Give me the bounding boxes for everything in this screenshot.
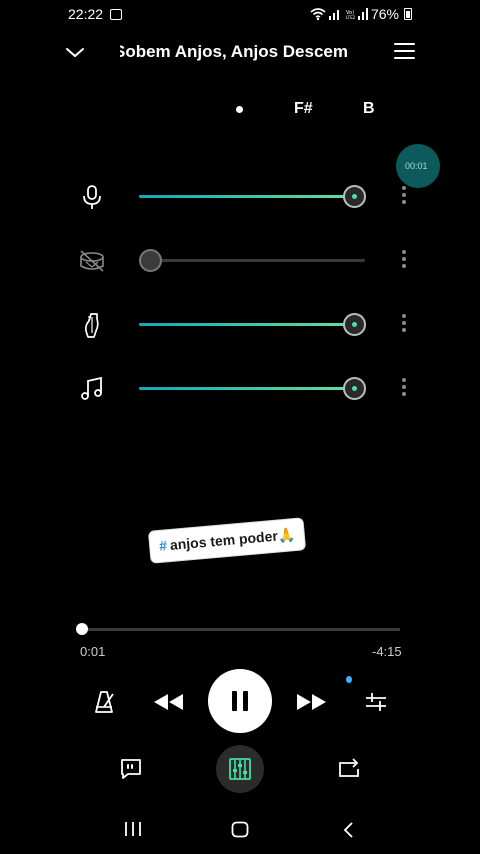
equalizer-button[interactable] [360,686,392,718]
chord-strip: F# B [0,96,480,124]
hashtag-symbol: # [158,537,168,554]
more-options-icon[interactable] [400,186,408,206]
pause-icon [232,691,237,711]
more-options-icon[interactable] [400,250,408,270]
volume-fill-bass [139,323,354,326]
volume-slider-instruments[interactable] [139,377,366,400]
track-row-drums [0,240,480,280]
quote-bubble-icon [121,759,141,779]
loop-button[interactable] [334,754,364,784]
bass-guitar-icon[interactable] [78,311,106,339]
hashtag-sticker: # anjos tem poder🙏 [148,518,306,563]
more-options-icon[interactable] [400,378,408,398]
metronome-icon [95,691,114,713]
indicator-dot [346,676,352,683]
loop-icon [339,758,359,777]
message-icon [110,9,122,20]
more-options-icon[interactable] [400,314,408,334]
fast-forward-icon [297,694,326,710]
svg-text:LTE2: LTE2 [346,15,356,20]
rewind-button[interactable] [150,686,186,718]
mixer-icon [229,758,251,780]
volume-slider-vocals[interactable] [139,185,366,208]
microphone-icon[interactable] [78,183,106,211]
volume-thumb-vocals[interactable] [343,185,366,208]
menu-icon[interactable] [394,43,415,61]
home-icon[interactable] [231,821,249,839]
playback-progress[interactable] [76,623,400,635]
music-note-icon[interactable] [78,375,106,403]
elapsed-time: 0:01 [80,644,106,659]
signal-icon [328,10,339,20]
volume-fill-instruments [139,387,354,390]
battery-percent: 76% [370,6,399,22]
hashtag-text: anjos tem poder🙏 [169,526,296,553]
header: Sobem Anjos, Anjos Descem [0,30,480,76]
wifi-icon [310,8,326,20]
status-bar: 22:22 Vo) LTE2 76% [0,0,480,30]
volte-signal-icon: Vo)LTE2 [346,8,368,20]
song-title: Sobem Anjos, Anjos Descem [120,42,348,61]
mixer-button[interactable] [216,745,264,793]
rewind-icon [154,694,183,710]
back-icon[interactable] [341,821,355,839]
pause-button[interactable] [208,669,272,733]
volume-slider-bass[interactable] [139,313,366,336]
remaining-time: -4:15 [372,644,402,659]
recents-icon[interactable] [124,821,142,837]
chevron-down-icon[interactable] [64,42,86,64]
battery-icon [404,8,412,20]
volume-thumb-instruments[interactable] [343,377,366,400]
track-row-instruments [0,368,480,408]
volume-slider-drums[interactable] [139,249,365,272]
metronome-button[interactable] [88,686,120,718]
volume-thumb-bass[interactable] [343,313,366,336]
fast-forward-button[interactable] [294,686,330,718]
playback-progress-thumb[interactable] [76,623,88,635]
status-time: 22:22 [68,6,104,22]
volume-thumb-drums[interactable] [139,249,162,272]
chord-after: B [363,100,375,117]
track-row-vocals [0,176,480,216]
lyrics-button[interactable] [116,754,146,784]
system-nav-bar [0,808,480,854]
equalizer-icon [366,693,386,711]
chord-current-dot [236,106,243,113]
track-row-bass [0,304,480,344]
volume-fill-vocals [139,195,354,198]
song-title-container: Sobem Anjos, Anjos Descem [120,42,360,66]
chord-next: F# [294,100,313,117]
status-right: Vo) LTE2 76% [310,6,412,22]
drum-muted-icon[interactable] [78,247,106,275]
